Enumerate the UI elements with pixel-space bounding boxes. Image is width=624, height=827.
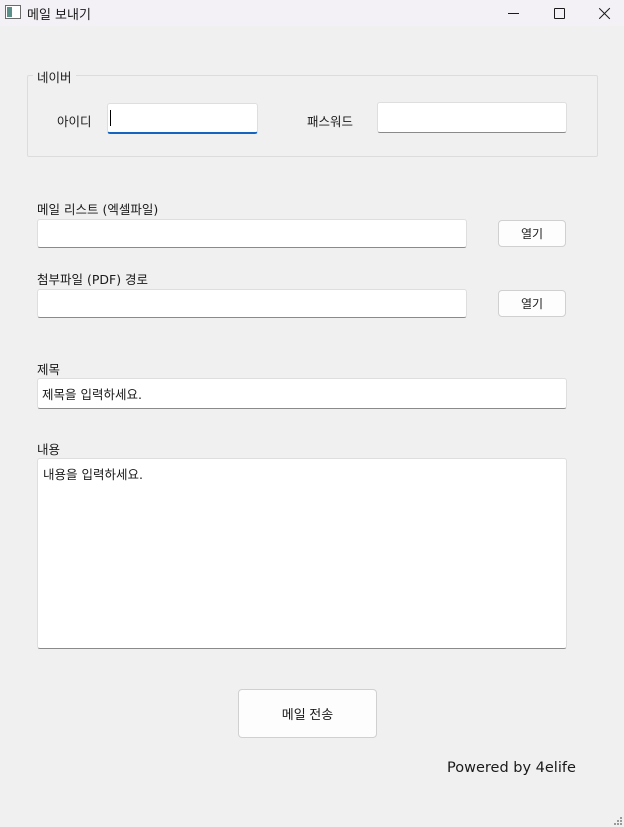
mail-list-open-button[interactable]: 열기	[498, 220, 566, 247]
group-legend: 네이버	[33, 67, 76, 86]
footer-credit: Powered by 4elife	[447, 760, 576, 776]
subject-input[interactable]	[37, 378, 567, 409]
content-label: 내용	[37, 442, 61, 457]
minimize-icon	[507, 12, 519, 14]
text-caret	[110, 110, 111, 126]
send-mail-button[interactable]: 메일 전송	[238, 689, 377, 738]
minimize-button[interactable]	[490, 0, 536, 26]
app-icon	[5, 5, 21, 19]
title-bar: 메일 보내기	[0, 0, 624, 26]
maximize-icon	[553, 7, 565, 19]
attachment-open-button[interactable]: 열기	[498, 290, 566, 317]
maximize-button[interactable]	[536, 0, 582, 26]
subject-label: 제목	[37, 362, 61, 377]
resize-grip-icon[interactable]	[612, 815, 622, 825]
window-title: 메일 보내기	[27, 8, 91, 23]
id-label: 아이디	[57, 114, 92, 129]
mail-list-label: 메일 리스트 (엑셀파일)	[37, 202, 159, 217]
password-input[interactable]	[377, 102, 567, 133]
close-button[interactable]	[581, 0, 624, 26]
password-label: 패스워드	[307, 114, 354, 129]
close-icon	[598, 7, 611, 20]
content-textarea[interactable]: 내용을 입력하세요.	[37, 458, 567, 649]
attachment-label: 첨부파일 (PDF) 경로	[37, 272, 149, 287]
attachment-path-input[interactable]	[37, 289, 467, 318]
mail-list-path-input[interactable]	[37, 219, 467, 248]
id-input[interactable]	[107, 103, 258, 134]
